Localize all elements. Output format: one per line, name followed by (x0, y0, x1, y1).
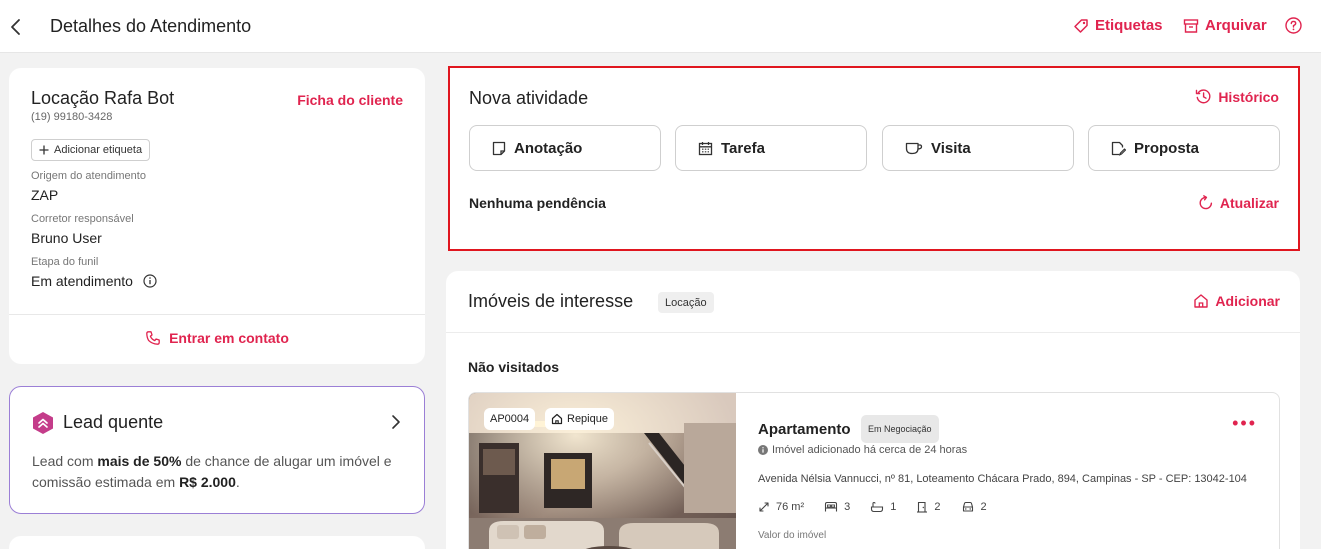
anotacao-label: Anotação (514, 139, 583, 157)
anotacao-button[interactable]: Anotação (469, 125, 661, 171)
phone-icon (145, 330, 161, 346)
atualizar-label: Atualizar (1219, 195, 1279, 211)
info-icon[interactable] (143, 274, 157, 288)
bathrooms-value: 1 (890, 501, 897, 513)
locacao-badge: Locação (658, 292, 714, 313)
additional-card (9, 536, 425, 549)
lead-description: Lead com mais de 50% de chance de alugar… (32, 453, 392, 490)
proposta-button[interactable]: Proposta (1088, 125, 1280, 171)
etiquetas-label: Etiquetas (1095, 17, 1163, 34)
activity-title: Nova atividade (469, 88, 589, 108)
origem-label: Origem do atendimento (31, 170, 146, 182)
adicionar-label: Adicionar (1215, 293, 1280, 309)
bathtub-icon (870, 501, 884, 513)
document-edit-icon (1111, 141, 1126, 156)
contact-label: Entrar em contato (169, 330, 289, 346)
feature-bathrooms: 1 (870, 501, 896, 513)
bedrooms-value: 3 (844, 501, 851, 513)
page-title: Detalhes do Atendimento (50, 16, 252, 36)
divider (446, 332, 1300, 333)
adicionar-button[interactable]: Adicionar (1193, 293, 1280, 309)
refresh-icon (1198, 195, 1214, 211)
add-tag-button[interactable]: Adicionar etiqueta (31, 139, 151, 161)
proposta-label: Proposta (1134, 139, 1200, 157)
feature-area: 76 m² (758, 501, 804, 513)
bed-icon (824, 501, 838, 513)
calendar-icon (698, 141, 713, 156)
arquivar-label: Arquivar (1205, 17, 1267, 34)
car-icon (961, 501, 975, 513)
client-name: Locação Rafa Bot (31, 88, 175, 108)
repique-label: Repique (567, 413, 608, 425)
lead-card[interactable]: Lead quente Lead com mais de 50% de chan… (9, 386, 425, 514)
etiquetas-button[interactable]: Etiquetas (1073, 17, 1163, 34)
cup-icon (905, 141, 923, 156)
corretor-label: Corretor responsável (31, 213, 134, 225)
feature-bedrooms: 3 (824, 501, 850, 513)
area-icon (758, 501, 770, 513)
feature-suites: 2 (916, 501, 941, 513)
history-icon (1195, 88, 1212, 105)
atualizar-button[interactable]: Atualizar (1198, 195, 1279, 211)
client-card: Locação Rafa Bot (19) 99180-3428 Ficha d… (9, 68, 425, 364)
property-address: Avenida Nélsia Vannucci, nº 81, Loteamen… (758, 473, 1247, 485)
help-icon[interactable] (1285, 17, 1302, 34)
visita-label: Visita (931, 139, 971, 157)
chevron-right-icon[interactable] (390, 414, 402, 430)
tarefa-button[interactable]: Tarefa (675, 125, 867, 171)
visita-button[interactable]: Visita (882, 125, 1074, 171)
property-type: Apartamento (758, 421, 851, 438)
props-title: Imóveis de interesse (468, 291, 634, 311)
added-note-text: Imóvel adicionado há cerca de 24 horas (772, 444, 968, 456)
ficha-cliente-link[interactable]: Ficha do cliente (297, 92, 403, 108)
property-code: AP0004 (490, 413, 530, 425)
pending-status: Nenhuma pendência (469, 195, 606, 211)
suites-value: 2 (934, 501, 941, 513)
top-bar: Detalhes do Atendimento Etiquetas Arquiv… (0, 0, 1321, 53)
contact-button[interactable]: Entrar em contato (9, 330, 425, 346)
client-phone: (19) 99180-3428 (31, 111, 113, 123)
lead-title: Lead quente (63, 412, 164, 432)
parking-value: 2 (980, 501, 987, 513)
home-add-icon (1193, 293, 1209, 309)
note-icon (492, 141, 506, 156)
back-chevron-icon[interactable] (8, 17, 24, 37)
property-photo[interactable]: AP0004 Repique (469, 393, 736, 549)
corretor-value: Bruno User (31, 230, 102, 246)
lead-hot-icon (32, 411, 54, 435)
divider (9, 314, 425, 315)
arquivar-button[interactable]: Arquivar (1183, 17, 1267, 34)
home-icon (551, 413, 563, 425)
property-code-chip: AP0004 (484, 408, 536, 430)
door-icon (916, 501, 928, 513)
area-value: 76 m² (776, 501, 805, 513)
imoveis-panel: Imóveis de interesse Locação Adicionar N… (446, 271, 1300, 549)
property-card[interactable]: AP0004 Repique Apartamento Em Negociação… (468, 392, 1280, 549)
feature-parking: 2 (961, 501, 987, 513)
origem-value: ZAP (31, 187, 59, 203)
valor-label: Valor do imóvel (758, 530, 827, 541)
tag-icon (1073, 18, 1089, 34)
tarefa-label: Tarefa (721, 139, 765, 157)
add-tag-label: Adicionar etiqueta (54, 144, 143, 156)
nova-atividade-panel: Nova atividade Histórico Anotação Tarefa… (448, 66, 1300, 251)
section-nao-visitados: Não visitados (468, 359, 560, 375)
etapa-value: Em atendimento (31, 273, 133, 289)
etapa-label: Etapa do funil (31, 256, 99, 268)
historico-label: Histórico (1218, 88, 1279, 105)
added-note: Imóvel adicionado há cerca de 24 horas (758, 444, 967, 456)
archive-icon (1183, 18, 1199, 34)
historico-button[interactable]: Histórico (1195, 88, 1279, 105)
repique-chip: Repique (545, 408, 614, 430)
plus-icon (39, 145, 49, 155)
info-icon (758, 445, 768, 455)
more-options-icon[interactable]: ••• (1232, 413, 1257, 434)
status-badge: Em Negociação (861, 415, 939, 443)
property-features: 76 m² 3 1 2 2 (758, 501, 1007, 513)
